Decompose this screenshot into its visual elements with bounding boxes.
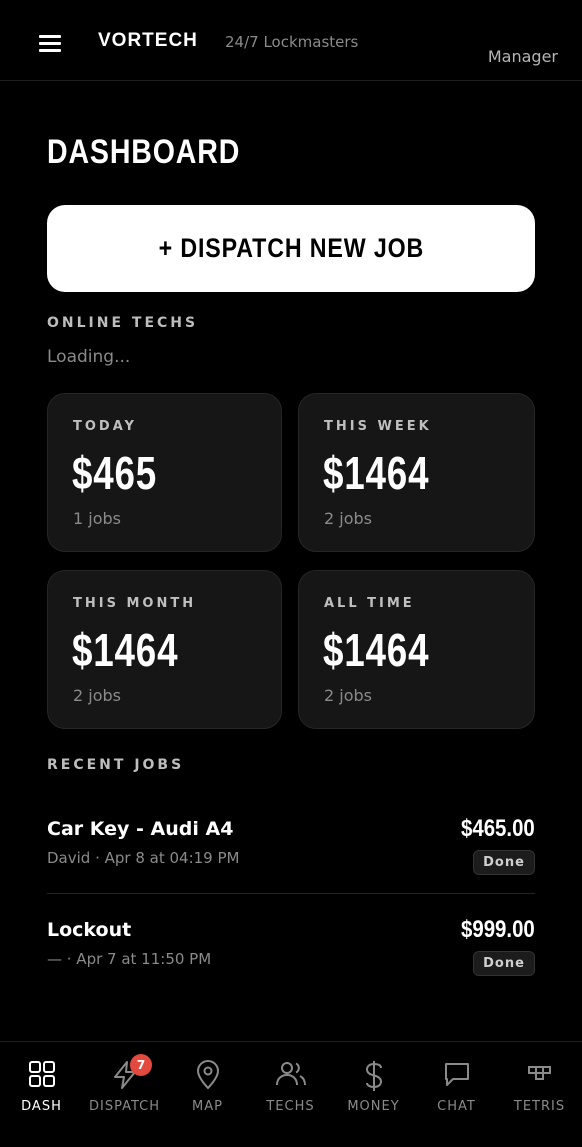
stat-amount: $465	[72, 447, 158, 499]
nav-item-chat[interactable]: CHAT	[415, 1042, 498, 1147]
nav-item-money[interactable]: MONEY	[332, 1042, 415, 1147]
brand-tagline: 24/7 Lockmasters	[225, 33, 359, 51]
job-meta: David · Apr 8 at 04:19 PM	[47, 849, 240, 867]
online-techs-heading: ONLINE TECHS	[47, 315, 199, 331]
stat-card-all-time: ALL TIME $1464 2 jobs	[298, 570, 535, 729]
recent-job-row[interactable]: Car Key - Audi A4 David · Apr 8 at 04:19…	[47, 815, 535, 878]
job-price: $465.00	[461, 815, 535, 842]
stat-job-count: 1 jobs	[73, 509, 121, 528]
stat-label: THIS WEEK	[324, 419, 432, 434]
user-role[interactable]: Manager	[488, 47, 558, 66]
nav-item-techs[interactable]: TECHS	[249, 1042, 332, 1147]
job-title: Car Key - Audi A4	[47, 818, 234, 840]
nav-label: CHAT	[437, 1099, 476, 1114]
nav-item-tetris[interactable]: TETRIS	[498, 1042, 581, 1147]
nav-label: DASH	[21, 1099, 62, 1114]
nav-label: DISPATCH	[88, 1099, 161, 1114]
job-divider	[47, 893, 535, 894]
nav-label: TETRIS	[513, 1099, 566, 1114]
job-price: $999.00	[461, 916, 535, 943]
nav-item-map[interactable]: MAP	[166, 1042, 249, 1147]
chat-icon	[444, 1063, 469, 1086]
job-status-badge: Done	[473, 850, 535, 875]
job-title: Lockout	[47, 919, 132, 941]
job-meta: — · Apr 7 at 11:50 PM	[47, 950, 212, 968]
nav-item-dash[interactable]: DASH	[0, 1042, 83, 1147]
nav-label: MONEY	[347, 1099, 400, 1114]
recent-jobs-heading: RECENT JOBS	[47, 757, 185, 773]
app-header: VORTECH 24/7 Lockmasters Manager	[0, 0, 582, 81]
job-status-badge: Done	[473, 951, 535, 976]
recent-job-row[interactable]: Lockout — · Apr 7 at 11:50 PM $999.00 Do…	[47, 916, 535, 979]
bottom-nav: DASH 7 DISPATCH MAP TECHS MONEY CHAT TET…	[0, 1041, 582, 1147]
stat-job-count: 2 jobs	[73, 686, 121, 705]
tetris-icon	[527, 1066, 551, 1080]
stat-job-count: 2 jobs	[324, 686, 372, 705]
stat-label: THIS MONTH	[73, 596, 197, 611]
notification-badge: 7	[130, 1054, 152, 1076]
dollar-icon	[365, 1061, 382, 1091]
nav-label: MAP	[192, 1099, 223, 1114]
stat-card-this-week: THIS WEEK $1464 2 jobs	[298, 393, 535, 552]
grid-icon	[28, 1061, 55, 1087]
hamburger-menu-icon[interactable]	[39, 35, 61, 53]
stat-amount: $1464	[323, 447, 430, 499]
stat-amount: $1464	[323, 624, 430, 676]
stat-job-count: 2 jobs	[324, 509, 372, 528]
stat-card-today: TODAY $465 1 jobs	[47, 393, 282, 552]
dispatch-new-job-button[interactable]: + DISPATCH NEW JOB	[47, 205, 535, 292]
map-pin-icon	[196, 1060, 219, 1090]
stat-label: ALL TIME	[324, 596, 415, 611]
nav-label: TECHS	[266, 1099, 315, 1114]
online-techs-status: Loading...	[47, 347, 131, 367]
dispatch-new-job-label: + DISPATCH NEW JOB	[158, 233, 424, 263]
stat-label: TODAY	[73, 419, 137, 434]
users-icon	[275, 1062, 306, 1086]
page-title: DASHBOARD	[47, 133, 241, 171]
stat-card-this-month: THIS MONTH $1464 2 jobs	[47, 570, 282, 729]
stat-amount: $1464	[72, 624, 179, 676]
nav-item-dispatch[interactable]: 7 DISPATCH	[83, 1042, 166, 1147]
brand-logo: VORTECH	[98, 30, 198, 51]
